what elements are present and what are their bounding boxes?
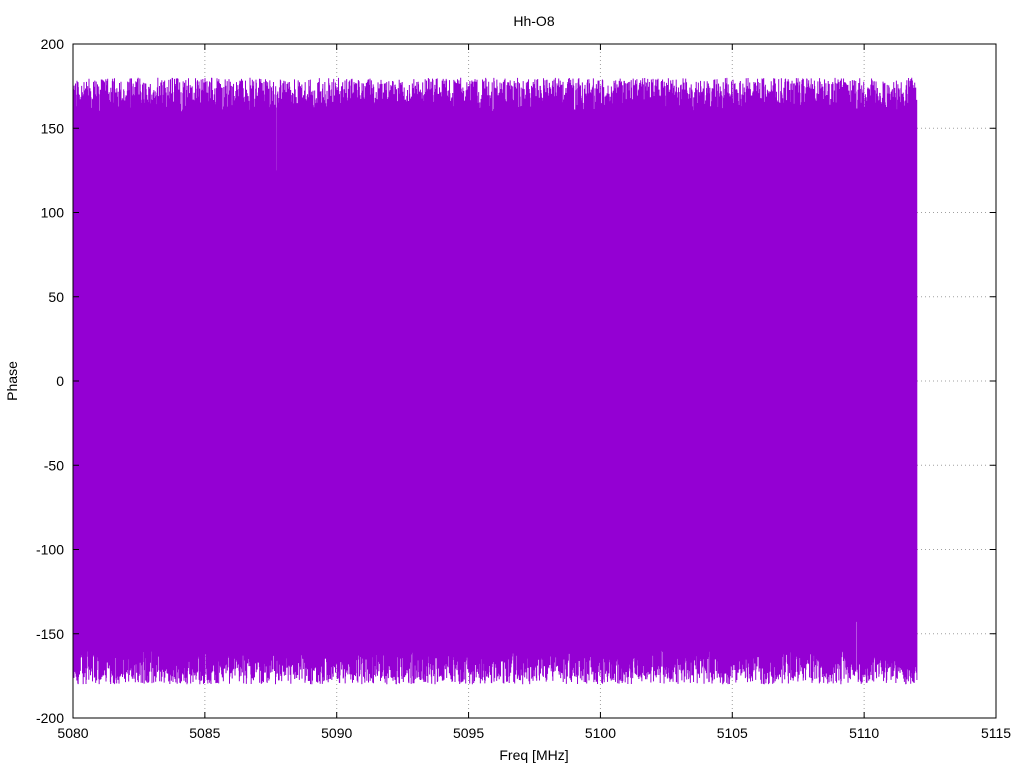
phase-series-line [72, 77, 918, 685]
y-tick-label: 0 [56, 373, 64, 389]
y-tick-label: -100 [36, 542, 64, 558]
x-tick-label: 5095 [453, 725, 484, 741]
y-axis-label: Phase [4, 361, 20, 401]
y-tick-label: 150 [41, 120, 65, 136]
x-axis-label: Freq [MHz] [499, 747, 568, 763]
x-tick-label: 5110 [849, 725, 879, 741]
phase-trace [72, 77, 918, 685]
chart-title: Hh-O8 [513, 13, 554, 29]
x-tick-label: 5105 [717, 725, 748, 741]
y-tick-label: -150 [36, 626, 64, 642]
x-tick-label: 5115 [981, 725, 1011, 741]
x-tick-label: 5090 [321, 725, 352, 741]
y-tick-label: 100 [41, 205, 65, 221]
x-tick-label: 5100 [585, 725, 616, 741]
y-tick-label: -200 [36, 710, 64, 726]
x-tick-label: 5080 [57, 725, 88, 741]
phase-chart: Hh-O8 5080 5085 5090 5095 5100 5105 5110 5115 -… [4, 13, 1011, 763]
y-tick-label: -50 [44, 457, 64, 473]
y-tick-label: 200 [41, 36, 65, 52]
x-tick-label: 5085 [189, 725, 220, 741]
y-tick-label: 50 [48, 289, 64, 305]
